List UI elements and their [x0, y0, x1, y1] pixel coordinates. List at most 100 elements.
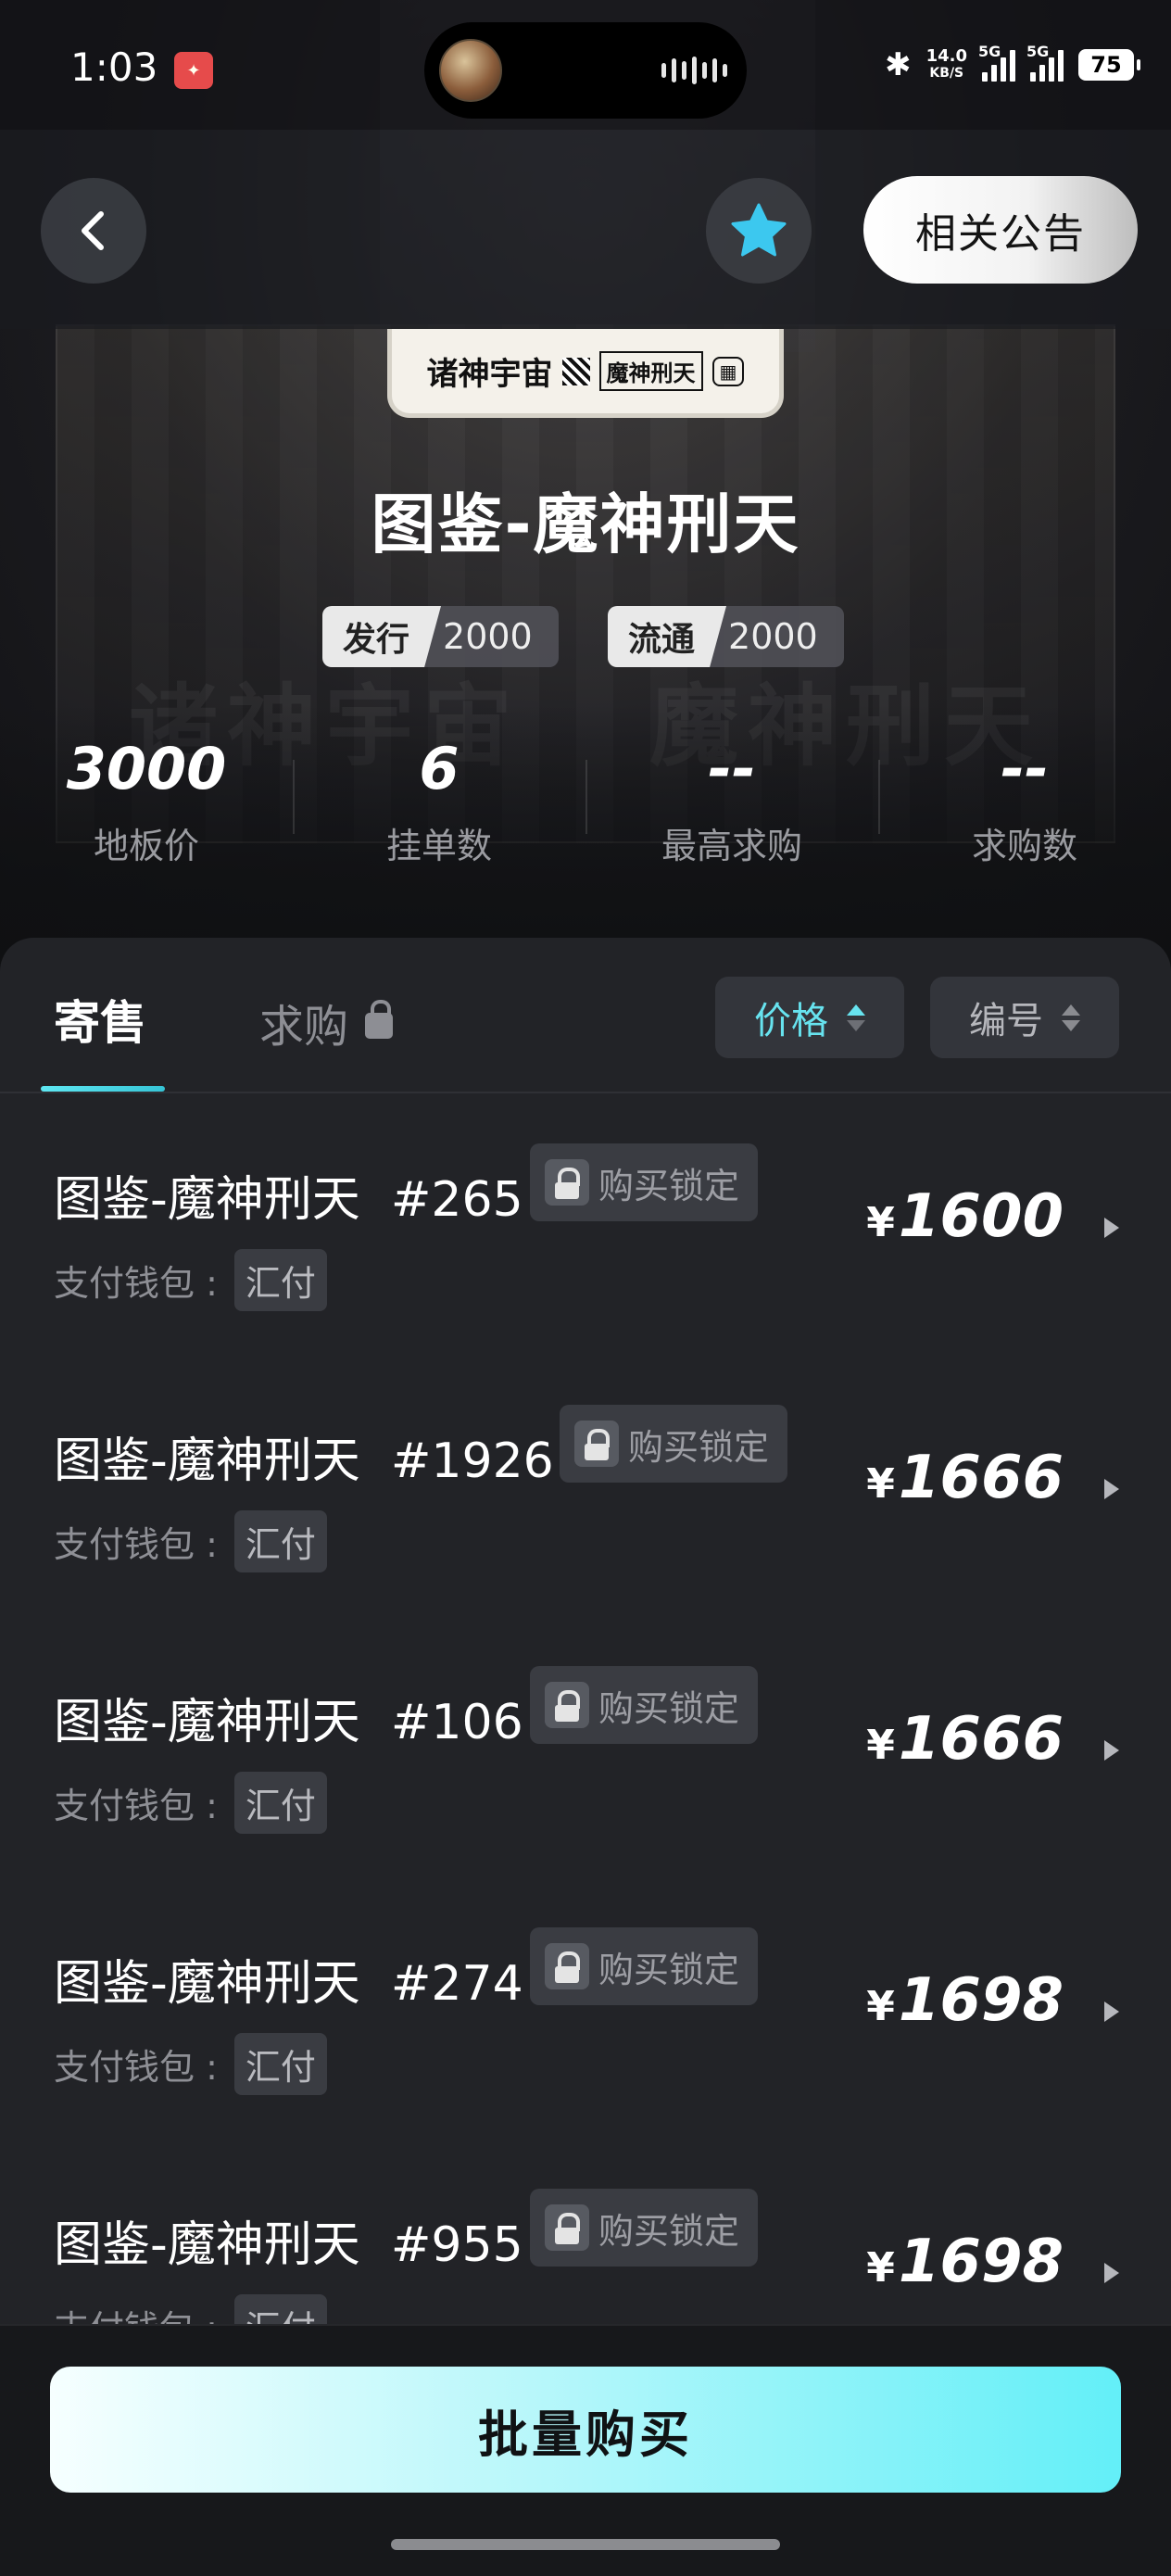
currency-symbol: ¥ — [866, 1722, 895, 1769]
status-time: 1:03 — [70, 44, 158, 90]
battery-icon: 75 — [1078, 49, 1140, 81]
sort-arrows-icon — [1062, 1004, 1080, 1031]
listing-panel: 寄售 求购 价格 编号 图鉴-魔神刑天 #265 购买锁定 支付钱包 : 汇付 ¥… — [0, 938, 1171, 2328]
home-indicator[interactable] — [391, 2539, 780, 2550]
stat-highest-bid: -- 最高求购 — [586, 732, 878, 871]
status-bar: 1:03 ✦ ✱ 14.0 KB/S 5G 5G 75 — [0, 0, 1171, 130]
listing-title: 图鉴-魔神刑天 #274 — [54, 1944, 523, 2014]
listing-serial: #106 — [390, 1695, 523, 1750]
sort-number-label: 编号 — [969, 1000, 1043, 1042]
listing-name: 图鉴-魔神刑天 — [54, 1433, 360, 1489]
listing-title: 图鉴-魔神刑天 #955 — [54, 2205, 523, 2275]
payment-wallet: 支付钱包 : 汇付 — [54, 2294, 327, 2324]
listing-title: 图鉴-魔神刑天 #106 — [54, 1683, 523, 1752]
listing-price: ¥1666 — [866, 1705, 1064, 1774]
purchase-lock-tag: 购买锁定 — [560, 1405, 788, 1483]
sim1-network-label: 5G — [978, 43, 1001, 60]
listing-name: 图鉴-魔神刑天 — [54, 1956, 360, 2012]
lock-icon — [545, 1682, 589, 1728]
purchase-lock-label: 购买锁定 — [628, 1426, 770, 1468]
chevron-right-icon — [1104, 2001, 1119, 2022]
listing-price: ¥1698 — [866, 2228, 1064, 2296]
network-speed-unit: KB/S — [929, 66, 964, 81]
sort-by-price-button[interactable]: 价格 — [715, 977, 904, 1058]
signal-icon-sim2: 5G — [1026, 43, 1064, 82]
currency-symbol: ¥ — [866, 1460, 895, 1508]
chevron-right-icon — [1104, 1218, 1119, 1238]
notification-app-icon: ✦ — [174, 52, 213, 89]
lock-icon — [545, 2204, 589, 2251]
battery-level: 75 — [1090, 52, 1122, 78]
stat-value: -- — [1001, 735, 1049, 802]
active-tab-indicator — [41, 1086, 165, 1092]
payment-wallet: 支付钱包 : 汇付 — [54, 1249, 327, 1311]
card-thumb-emblem-icon: ▦ — [711, 356, 745, 386]
purchase-lock-label: 购买锁定 — [598, 2210, 740, 2252]
payment-wallet: 支付钱包 : 汇付 — [54, 1510, 327, 1572]
payment-wallet: 支付钱包 : 汇付 — [54, 2033, 327, 2095]
purchase-lock-label: 购买锁定 — [598, 1165, 740, 1206]
listing-name: 图鉴-魔神刑天 — [54, 2217, 360, 2273]
payment-wallet: 支付钱包 : 汇付 — [54, 1772, 327, 1834]
purchase-lock-tag: 购买锁定 — [530, 1927, 759, 2005]
audio-wave-icon — [661, 56, 727, 85]
collectible-card-thumbnail[interactable]: 诸神宇宙 魔神刑天 ▦ — [387, 329, 784, 418]
sort-by-number-button[interactable]: 编号 — [930, 977, 1119, 1058]
wallet-label: 支付钱包 : — [54, 2047, 218, 2088]
wallet-chip: 汇付 — [233, 1510, 327, 1572]
listing-row[interactable]: 图鉴-魔神刑天 #274 购买锁定 支付钱包 : 汇付 ¥1698 — [0, 1877, 1171, 2139]
listing-row[interactable]: 图鉴-魔神刑天 #955 购买锁定 支付钱包 : 汇付 ¥1698 — [0, 2139, 1171, 2324]
chevron-right-icon — [1104, 1479, 1119, 1499]
stat-label: 地板价 — [93, 826, 199, 866]
listing-price: ¥1600 — [866, 1182, 1064, 1251]
tab-purchase-request-label: 求购 — [259, 1001, 349, 1053]
purchase-lock-tag: 购买锁定 — [530, 1666, 759, 1744]
listing-row[interactable]: 图鉴-魔神刑天 #1926 购买锁定 支付钱包 : 汇付 ¥1666 — [0, 1355, 1171, 1616]
related-notice-button[interactable]: 相关公告 — [863, 176, 1138, 284]
collection-title: 图鉴-魔神刑天 — [371, 486, 800, 562]
now-playing-avatar[interactable] — [439, 39, 502, 102]
chevron-right-icon — [1104, 1740, 1119, 1761]
listing-serial: #955 — [390, 2217, 523, 2273]
purchase-lock-tag: 购买锁定 — [530, 2189, 759, 2267]
currency-symbol: ¥ — [866, 1983, 895, 2030]
circulation-label: 流通 — [608, 606, 727, 667]
bulk-buy-button[interactable]: 批量购买 — [50, 2367, 1121, 2493]
stat-value: -- — [708, 735, 756, 802]
network-speed-value: 14.0 — [925, 46, 967, 66]
sort-arrows-icon — [847, 1004, 865, 1031]
lock-icon — [545, 1943, 589, 1989]
wallet-label: 支付钱包 : — [54, 2300, 218, 2324]
listing-price: ¥1666 — [866, 1444, 1064, 1512]
price-value: 1698 — [898, 1966, 1064, 2035]
issue-value: 2000 — [424, 606, 559, 667]
listing-price: ¥1698 — [866, 1966, 1064, 2035]
price-value: 1698 — [898, 2228, 1064, 2296]
network-speed: 14.0 KB/S — [926, 48, 967, 82]
issue-label: 发行 — [322, 606, 442, 667]
signal-icon-sim1: 5G — [978, 43, 1015, 82]
listing-serial: #265 — [390, 1172, 523, 1228]
listing-row[interactable]: 图鉴-魔神刑天 #265 购买锁定 支付钱包 : 汇付 ¥1600 — [0, 1093, 1171, 1355]
stat-bid-count: -- 求购数 — [878, 732, 1171, 871]
tab-consignment[interactable]: 寄售 — [54, 986, 146, 1053]
favorite-button[interactable] — [706, 178, 812, 284]
circulation-value: 2000 — [710, 606, 844, 667]
listing-list[interactable]: 图鉴-魔神刑天 #265 购买锁定 支付钱包 : 汇付 ¥1600 图鉴-魔神刑天… — [0, 1093, 1171, 2324]
stat-value: 3000 — [66, 735, 227, 802]
listing-title: 图鉴-魔神刑天 #1926 — [54, 1421, 554, 1491]
chevron-right-icon — [1104, 2263, 1119, 2283]
stat-value: 6 — [419, 735, 460, 802]
listing-row[interactable]: 图鉴-魔神刑天 #106 购买锁定 支付钱包 : 汇付 ¥1666 — [0, 1616, 1171, 1877]
tab-purchase-request[interactable]: 求购 — [259, 990, 394, 1054]
status-indicators: ✱ 14.0 KB/S 5G 5G 75 — [885, 43, 1140, 83]
lock-icon — [545, 1159, 589, 1206]
wallet-chip: 汇付 — [233, 2294, 327, 2324]
purchase-lock-tag: 购买锁定 — [530, 1143, 759, 1221]
price-value: 1666 — [898, 1705, 1064, 1774]
back-button[interactable] — [41, 178, 146, 284]
currency-symbol: ¥ — [866, 1199, 895, 1246]
wallet-label: 支付钱包 : — [54, 1524, 218, 1565]
listing-name: 图鉴-魔神刑天 — [54, 1172, 360, 1228]
wallet-chip: 汇付 — [233, 2033, 327, 2095]
